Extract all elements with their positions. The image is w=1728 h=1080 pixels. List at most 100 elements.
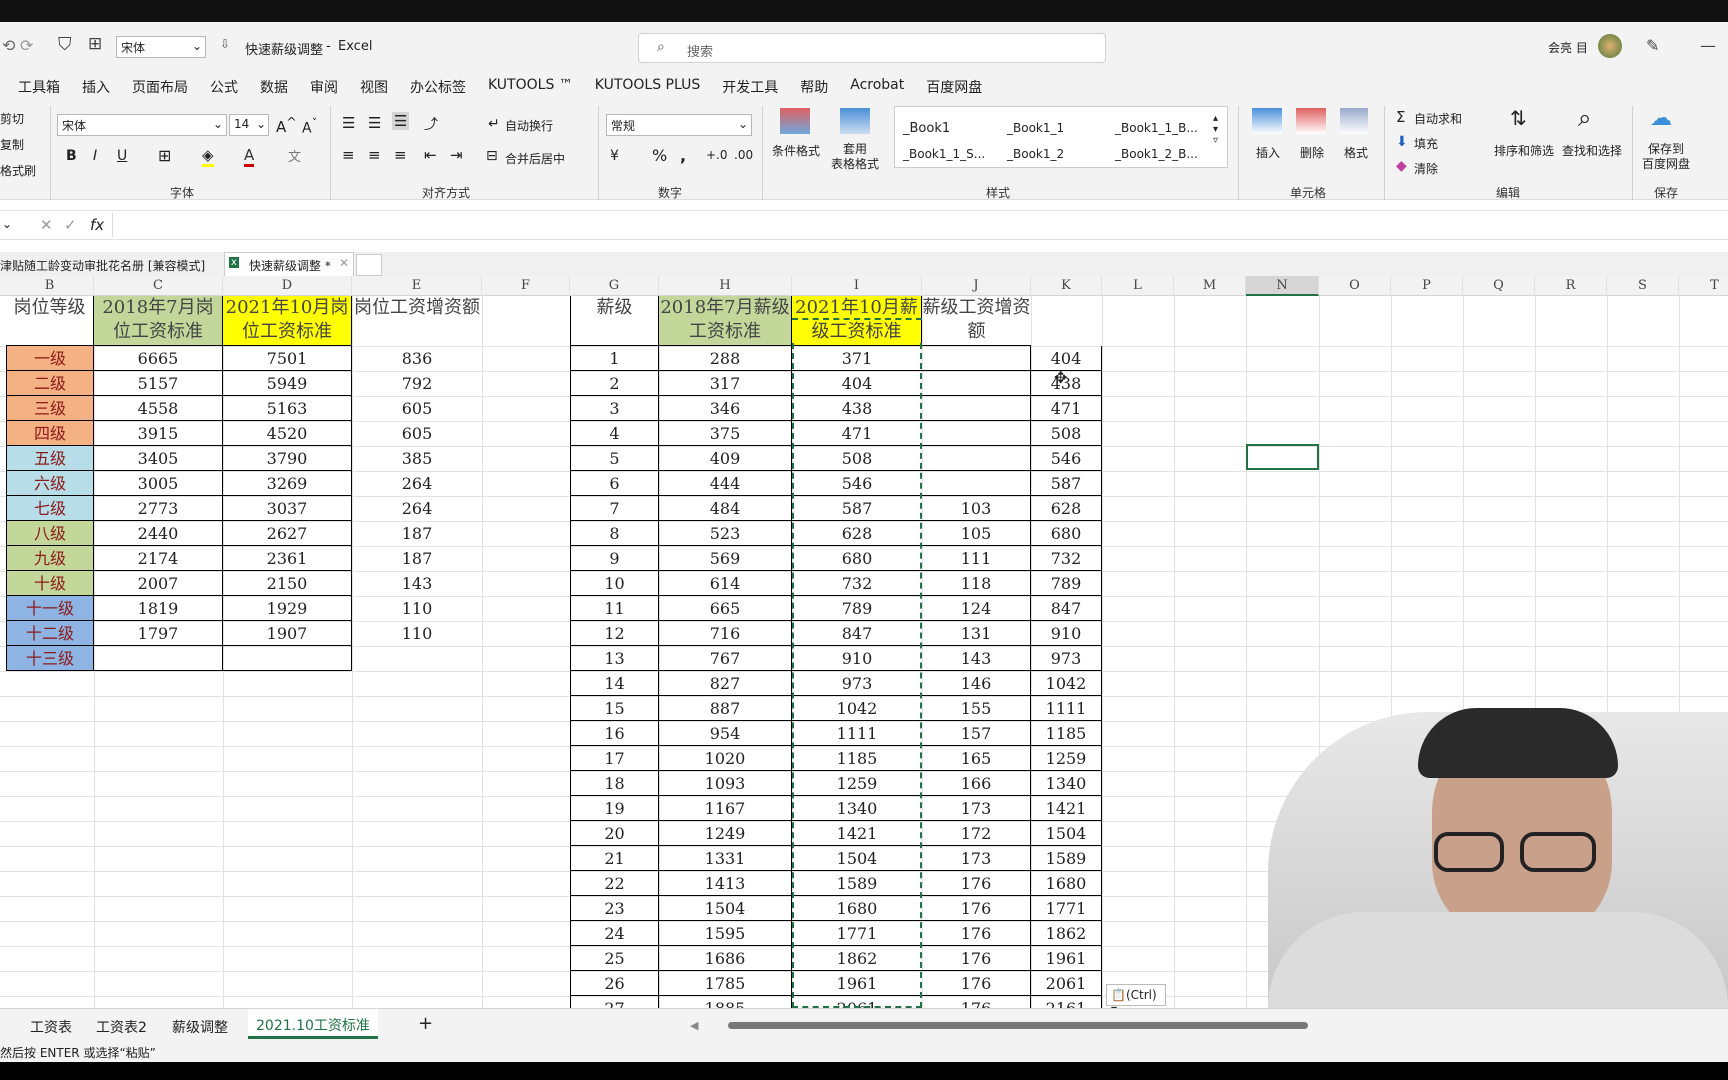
- clear-button[interactable]: 清除: [1414, 160, 1438, 177]
- table2-cell-I12[interactable]: 847: [792, 621, 922, 646]
- column-header-C[interactable]: C: [94, 276, 223, 296]
- table1-cell-E3[interactable]: 605: [352, 396, 482, 421]
- table2-cell-H17[interactable]: 1020: [659, 746, 792, 771]
- table2-cell-J14[interactable]: 146: [922, 671, 1031, 696]
- table2-cell-I13[interactable]: 910: [792, 646, 922, 671]
- table2-cell-J15[interactable]: 155: [922, 696, 1031, 721]
- fill-button[interactable]: 填充: [1414, 135, 1438, 152]
- menu-item-1[interactable]: 插入: [82, 77, 110, 97]
- column-header-R[interactable]: R: [1535, 276, 1607, 296]
- horizontal-scrollbar[interactable]: [728, 1022, 1308, 1029]
- table1-cell-D12[interactable]: 1907: [223, 621, 352, 646]
- table1-cell-B3[interactable]: 三级: [6, 396, 94, 421]
- table2-cell-J5[interactable]: [922, 446, 1031, 471]
- align-top-icon[interactable]: ☰: [342, 114, 355, 132]
- table2-cell-J8[interactable]: 105: [922, 521, 1031, 546]
- table1-cell-C9[interactable]: 2174: [94, 546, 223, 571]
- table2-cell-G12[interactable]: 12: [570, 621, 659, 646]
- menu-item-4[interactable]: 数据: [260, 77, 288, 97]
- table1-cell-E9[interactable]: 187: [352, 546, 482, 571]
- table1-cell-B5[interactable]: 五级: [6, 446, 94, 471]
- table2-cell-J6[interactable]: [922, 471, 1031, 496]
- border-icon[interactable]: ⊞: [158, 146, 171, 165]
- column-header-L[interactable]: L: [1102, 276, 1174, 296]
- table2-cell-J25[interactable]: 176: [922, 946, 1031, 971]
- table2-cell-H21[interactable]: 1331: [659, 846, 792, 871]
- minimize-icon[interactable]: —: [1700, 36, 1716, 55]
- table2-cell-G24[interactable]: 24: [570, 921, 659, 946]
- table1-cell-E11[interactable]: 110: [352, 596, 482, 621]
- table2-cell-K9[interactable]: 732: [1031, 546, 1102, 571]
- table2-cell-J11[interactable]: 124: [922, 596, 1031, 621]
- table2-cell-K11[interactable]: 847: [1031, 596, 1102, 621]
- table2-cell-H5[interactable]: 409: [659, 446, 792, 471]
- font-color-icon[interactable]: A: [244, 146, 255, 167]
- menu-item-12[interactable]: Acrobat: [850, 77, 904, 97]
- table2-cell-K19[interactable]: 1421: [1031, 796, 1102, 821]
- table1-cell-E1[interactable]: 836: [352, 346, 482, 371]
- orientation-icon[interactable]: ⤴: [424, 114, 438, 134]
- table2-cell-G15[interactable]: 15: [570, 696, 659, 721]
- table2-cell-J24[interactable]: 176: [922, 921, 1031, 946]
- table1-cell-D1[interactable]: 7501: [223, 346, 352, 371]
- delete-cells-button[interactable]: 删除: [1300, 144, 1324, 161]
- table1-cell-C8[interactable]: 2440: [94, 521, 223, 546]
- style-book1-1[interactable]: _Book1_1: [1007, 121, 1064, 135]
- avatar[interactable]: [1598, 34, 1622, 58]
- paste-options-button[interactable]: 📋(Ctrl) ▾: [1106, 984, 1166, 1008]
- menu-item-6[interactable]: 视图: [360, 77, 388, 97]
- column-header-B[interactable]: B: [6, 276, 94, 296]
- italic-button[interactable]: I: [93, 148, 97, 164]
- table1-cell-C7[interactable]: 2773: [94, 496, 223, 521]
- table2-cell-J4[interactable]: [922, 421, 1031, 446]
- table2-cell-H13[interactable]: 767: [659, 646, 792, 671]
- table1-cell-B4[interactable]: 四级: [6, 421, 94, 446]
- table2-cell-H14[interactable]: 827: [659, 671, 792, 696]
- table1-cell-E10[interactable]: 143: [352, 571, 482, 596]
- table2-cell-K3[interactable]: 471: [1031, 396, 1102, 421]
- column-header-J[interactable]: J: [922, 276, 1031, 296]
- table2-cell-K12[interactable]: 910: [1031, 621, 1102, 646]
- table2-cell-J17[interactable]: 165: [922, 746, 1031, 771]
- table2-cell-H20[interactable]: 1249: [659, 821, 792, 846]
- pen-icon[interactable]: ✎: [1646, 36, 1659, 55]
- worksheet-grid[interactable]: 岗位等级 2018年7月岗位工资标准 2021年10月岗位工资标准 岗位工资增资额 一级…: [0, 296, 1728, 1008]
- table1-cell-D5[interactable]: 3790: [223, 446, 352, 471]
- comma-icon[interactable]: ,: [680, 146, 686, 165]
- table2-cell-I27[interactable]: 2061: [792, 996, 922, 1008]
- table2-cell-I2[interactable]: 404: [792, 371, 922, 396]
- table2-cell-J22[interactable]: 176: [922, 871, 1031, 896]
- bold-button[interactable]: B: [66, 148, 77, 164]
- table2-cell-G6[interactable]: 6: [570, 471, 659, 496]
- table2-cell-J13[interactable]: 143: [922, 646, 1031, 671]
- column-header-Q[interactable]: Q: [1463, 276, 1535, 296]
- table1-cell-C12[interactable]: 1797: [94, 621, 223, 646]
- column-header-F[interactable]: F: [482, 276, 570, 296]
- table1-cell-C11[interactable]: 1819: [94, 596, 223, 621]
- table2-cell-G5[interactable]: 5: [570, 446, 659, 471]
- table2-cell-J10[interactable]: 118: [922, 571, 1031, 596]
- workbook-tab-1[interactable]: 津贴随工龄变动审批花名册 [兼容模式]: [0, 257, 205, 274]
- decrease-indent-icon[interactable]: ⇤: [424, 146, 437, 164]
- grow-font-icon[interactable]: A^: [276, 114, 297, 136]
- formula-input[interactable]: [112, 213, 1728, 237]
- table1-cell-D13[interactable]: [223, 646, 352, 671]
- table2-cell-H8[interactable]: 523: [659, 521, 792, 546]
- sheet-tab-3[interactable]: 薪级调整: [172, 1017, 228, 1037]
- table2-cell-G1[interactable]: 1: [570, 346, 659, 371]
- table2-cell-I14[interactable]: 973: [792, 671, 922, 696]
- decrease-decimal-icon[interactable]: .00: [734, 148, 753, 162]
- increase-decimal-icon[interactable]: +.0: [706, 148, 728, 162]
- user-name[interactable]: 会亮 目: [1548, 39, 1588, 56]
- table2-cell-I22[interactable]: 1589: [792, 871, 922, 896]
- menu-item-0[interactable]: 工具箱: [18, 77, 60, 97]
- table2-cell-I15[interactable]: 1042: [792, 696, 922, 721]
- table2-cell-G8[interactable]: 8: [570, 521, 659, 546]
- table1-cell-D2[interactable]: 5949: [223, 371, 352, 396]
- table1-cell-B6[interactable]: 六级: [6, 471, 94, 496]
- table2-cell-H23[interactable]: 1504: [659, 896, 792, 921]
- table2-cell-I3[interactable]: 438: [792, 396, 922, 421]
- table2-cell-H18[interactable]: 1093: [659, 771, 792, 796]
- table2-cell-H10[interactable]: 614: [659, 571, 792, 596]
- table2-cell-G18[interactable]: 18: [570, 771, 659, 796]
